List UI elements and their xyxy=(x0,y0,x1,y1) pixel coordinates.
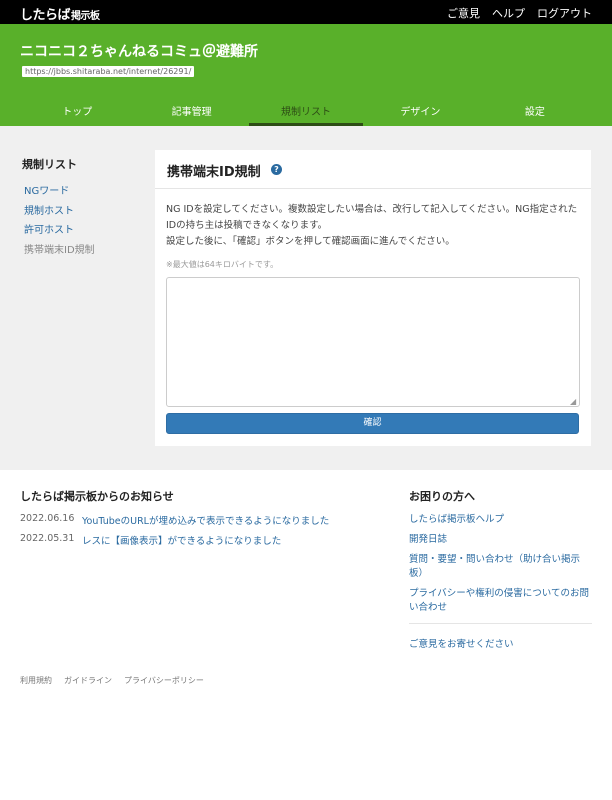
help-divider xyxy=(409,623,592,624)
admin-tabs: トップ 記事管理 規制リスト デザイン 設定 xyxy=(20,98,592,126)
feedback-link[interactable]: ご意見をお寄せください xyxy=(409,636,514,650)
tab-article-management[interactable]: 記事管理 xyxy=(134,98,248,126)
news-list: 2022.06.16 YouTubeのURLが埋め込みで表示できるようになりまし… xyxy=(20,513,329,553)
help-link-questions[interactable]: 質問・要望・問い合わせ（助け合い掲示板） xyxy=(409,553,592,581)
sidebar-item-mobile-id: 携帯端末ID規制 xyxy=(24,244,95,256)
sidebar-title: 規制リスト xyxy=(22,158,77,171)
size-limit-note: ※最大値は64キロバイトです。 xyxy=(166,260,279,269)
help-icon[interactable]: ? xyxy=(271,164,282,175)
news-date: 2022.06.16 xyxy=(20,513,75,524)
footer-links: 利用規約 ガイドライン プライバシーポリシー xyxy=(20,675,204,686)
sidebar-item-blocked-host[interactable]: 規制ホスト xyxy=(24,202,95,222)
main-area: 規制リスト NGワード 規制ホスト 許可ホスト 携帯端末ID規制 携帯端末ID規… xyxy=(0,126,612,470)
footer-terms-link[interactable]: 利用規約 xyxy=(20,675,52,686)
ng-id-textarea[interactable] xyxy=(166,277,580,407)
news-link[interactable]: レスに【画像表示】ができるようになりました xyxy=(82,533,281,553)
tab-design[interactable]: デザイン xyxy=(363,98,477,126)
topnav-feedback-link[interactable]: ご意見 xyxy=(447,5,480,21)
top-nav: ご意見 ヘルプ ログアウト xyxy=(447,5,592,21)
tab-top[interactable]: トップ xyxy=(20,98,134,126)
description-line-1: NG IDを設定してください。複数設定したい場合は、改行して記入してください。N… xyxy=(166,204,578,231)
news-link[interactable]: YouTubeのURLが埋め込みで表示できるようになりました xyxy=(82,513,329,533)
board-url[interactable]: https://jbbs.shitaraba.net/internet/2629… xyxy=(22,66,195,77)
description-line-2: 設定した後に、「確認」ボタンを押して確認画面に進んでください。 xyxy=(166,236,455,247)
topnav-help-link[interactable]: ヘルプ xyxy=(492,5,525,21)
sidebar-item-allowed-host[interactable]: 許可ホスト xyxy=(24,221,95,241)
site-logo[interactable]: したらば掲示板 xyxy=(20,4,100,23)
footer-guideline-link[interactable]: ガイドライン xyxy=(64,675,112,686)
sidebar-item-ng-word[interactable]: NGワード xyxy=(24,182,95,202)
board-header: ニコニコ２ちゃんねるコミュ＠避難所 https://jbbs.shitaraba… xyxy=(0,24,612,126)
sidebar-list: NGワード 規制ホスト 許可ホスト 携帯端末ID規制 xyxy=(24,182,95,260)
panel-description: NG IDを設定してください。複数設定したい場合は、改行して記入してください。N… xyxy=(166,202,580,250)
news-item: 2022.06.16 YouTubeのURLが埋め込みで表示できるようになりまし… xyxy=(20,513,329,533)
help-link-dev-diary[interactable]: 開発日誌 xyxy=(409,533,592,547)
help-title: お困りの方へ xyxy=(409,490,475,503)
tab-restriction-list[interactable]: 規制リスト xyxy=(248,98,364,126)
help-links: したらば掲示板ヘルプ 開発日誌 質問・要望・問い合わせ（助け合い掲示板） プライ… xyxy=(409,513,592,621)
top-bar: したらば掲示板 ご意見 ヘルプ ログアウト xyxy=(0,0,612,24)
settings-panel: 携帯端末ID規制 ? NG IDを設定してください。複数設定したい場合は、改行し… xyxy=(155,150,591,446)
help-link-guide[interactable]: したらば掲示板ヘルプ xyxy=(409,513,592,527)
tab-settings[interactable]: 設定 xyxy=(478,98,592,126)
news-title: したらば掲示板からのお知らせ xyxy=(20,490,174,503)
footer-privacy-link[interactable]: プライバシーポリシー xyxy=(124,675,204,686)
news-item: 2022.05.31 レスに【画像表示】ができるようになりました xyxy=(20,533,329,553)
confirm-button[interactable]: 確認 xyxy=(166,413,579,434)
board-title[interactable]: ニコニコ２ちゃんねるコミュ＠避難所 xyxy=(20,41,258,61)
panel-divider xyxy=(155,188,591,189)
news-date: 2022.05.31 xyxy=(20,533,75,544)
resize-grip-icon[interactable]: ◢ xyxy=(570,397,576,406)
panel-title: 携帯端末ID規制 xyxy=(167,165,261,180)
topnav-logout-link[interactable]: ログアウト xyxy=(537,5,592,21)
logo-sub-text: 掲示板 xyxy=(71,11,100,22)
help-link-privacy-rights[interactable]: プライバシーや権利の侵害についてのお問い合わせ xyxy=(409,587,592,615)
logo-main-text: したらば xyxy=(20,8,71,23)
